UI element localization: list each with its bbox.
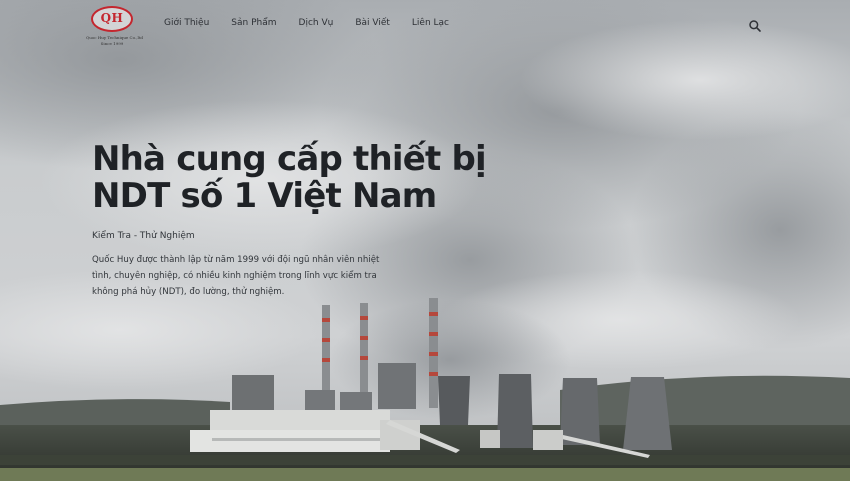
hero-subtitle: Kiểm Tra - Thử Nghiệm bbox=[92, 231, 195, 241]
search-icon[interactable] bbox=[748, 18, 762, 32]
nav-item-gioi-thieu[interactable]: Giới Thiệu bbox=[164, 18, 209, 28]
logo-mark: QH bbox=[100, 11, 124, 25]
main-nav: Giới Thiệu Sản Phẩm Dịch Vụ Bài Viết Liê… bbox=[164, 18, 449, 28]
nav-item-san-pham[interactable]: Sản Phẩm bbox=[231, 18, 276, 28]
nav-item-lien-lac[interactable]: Liên Lạc bbox=[412, 18, 449, 28]
logo-company-name: Quoc Huy Technique Co.,ltd bbox=[86, 35, 143, 40]
hero-description: Quốc Huy được thành lập từ năm 1999 với … bbox=[92, 255, 380, 297]
hero-title-line-2: NDT số 1 Việt Nam bbox=[92, 176, 437, 216]
hero-title: Nhà cung cấp thiết bị NDT số 1 Việt Nam bbox=[92, 141, 512, 215]
logo-since: Since 1999 bbox=[100, 41, 124, 46]
hero-title-line-1: Nhà cung cấp thiết bị bbox=[92, 139, 487, 179]
nav-item-dich-vu[interactable]: Dịch Vụ bbox=[299, 18, 334, 28]
nav-item-bai-viet[interactable]: Bài Viết bbox=[355, 18, 390, 28]
company-logo[interactable]: QH Quoc Huy Technique Co.,ltd Since 1999 bbox=[86, 6, 143, 48]
